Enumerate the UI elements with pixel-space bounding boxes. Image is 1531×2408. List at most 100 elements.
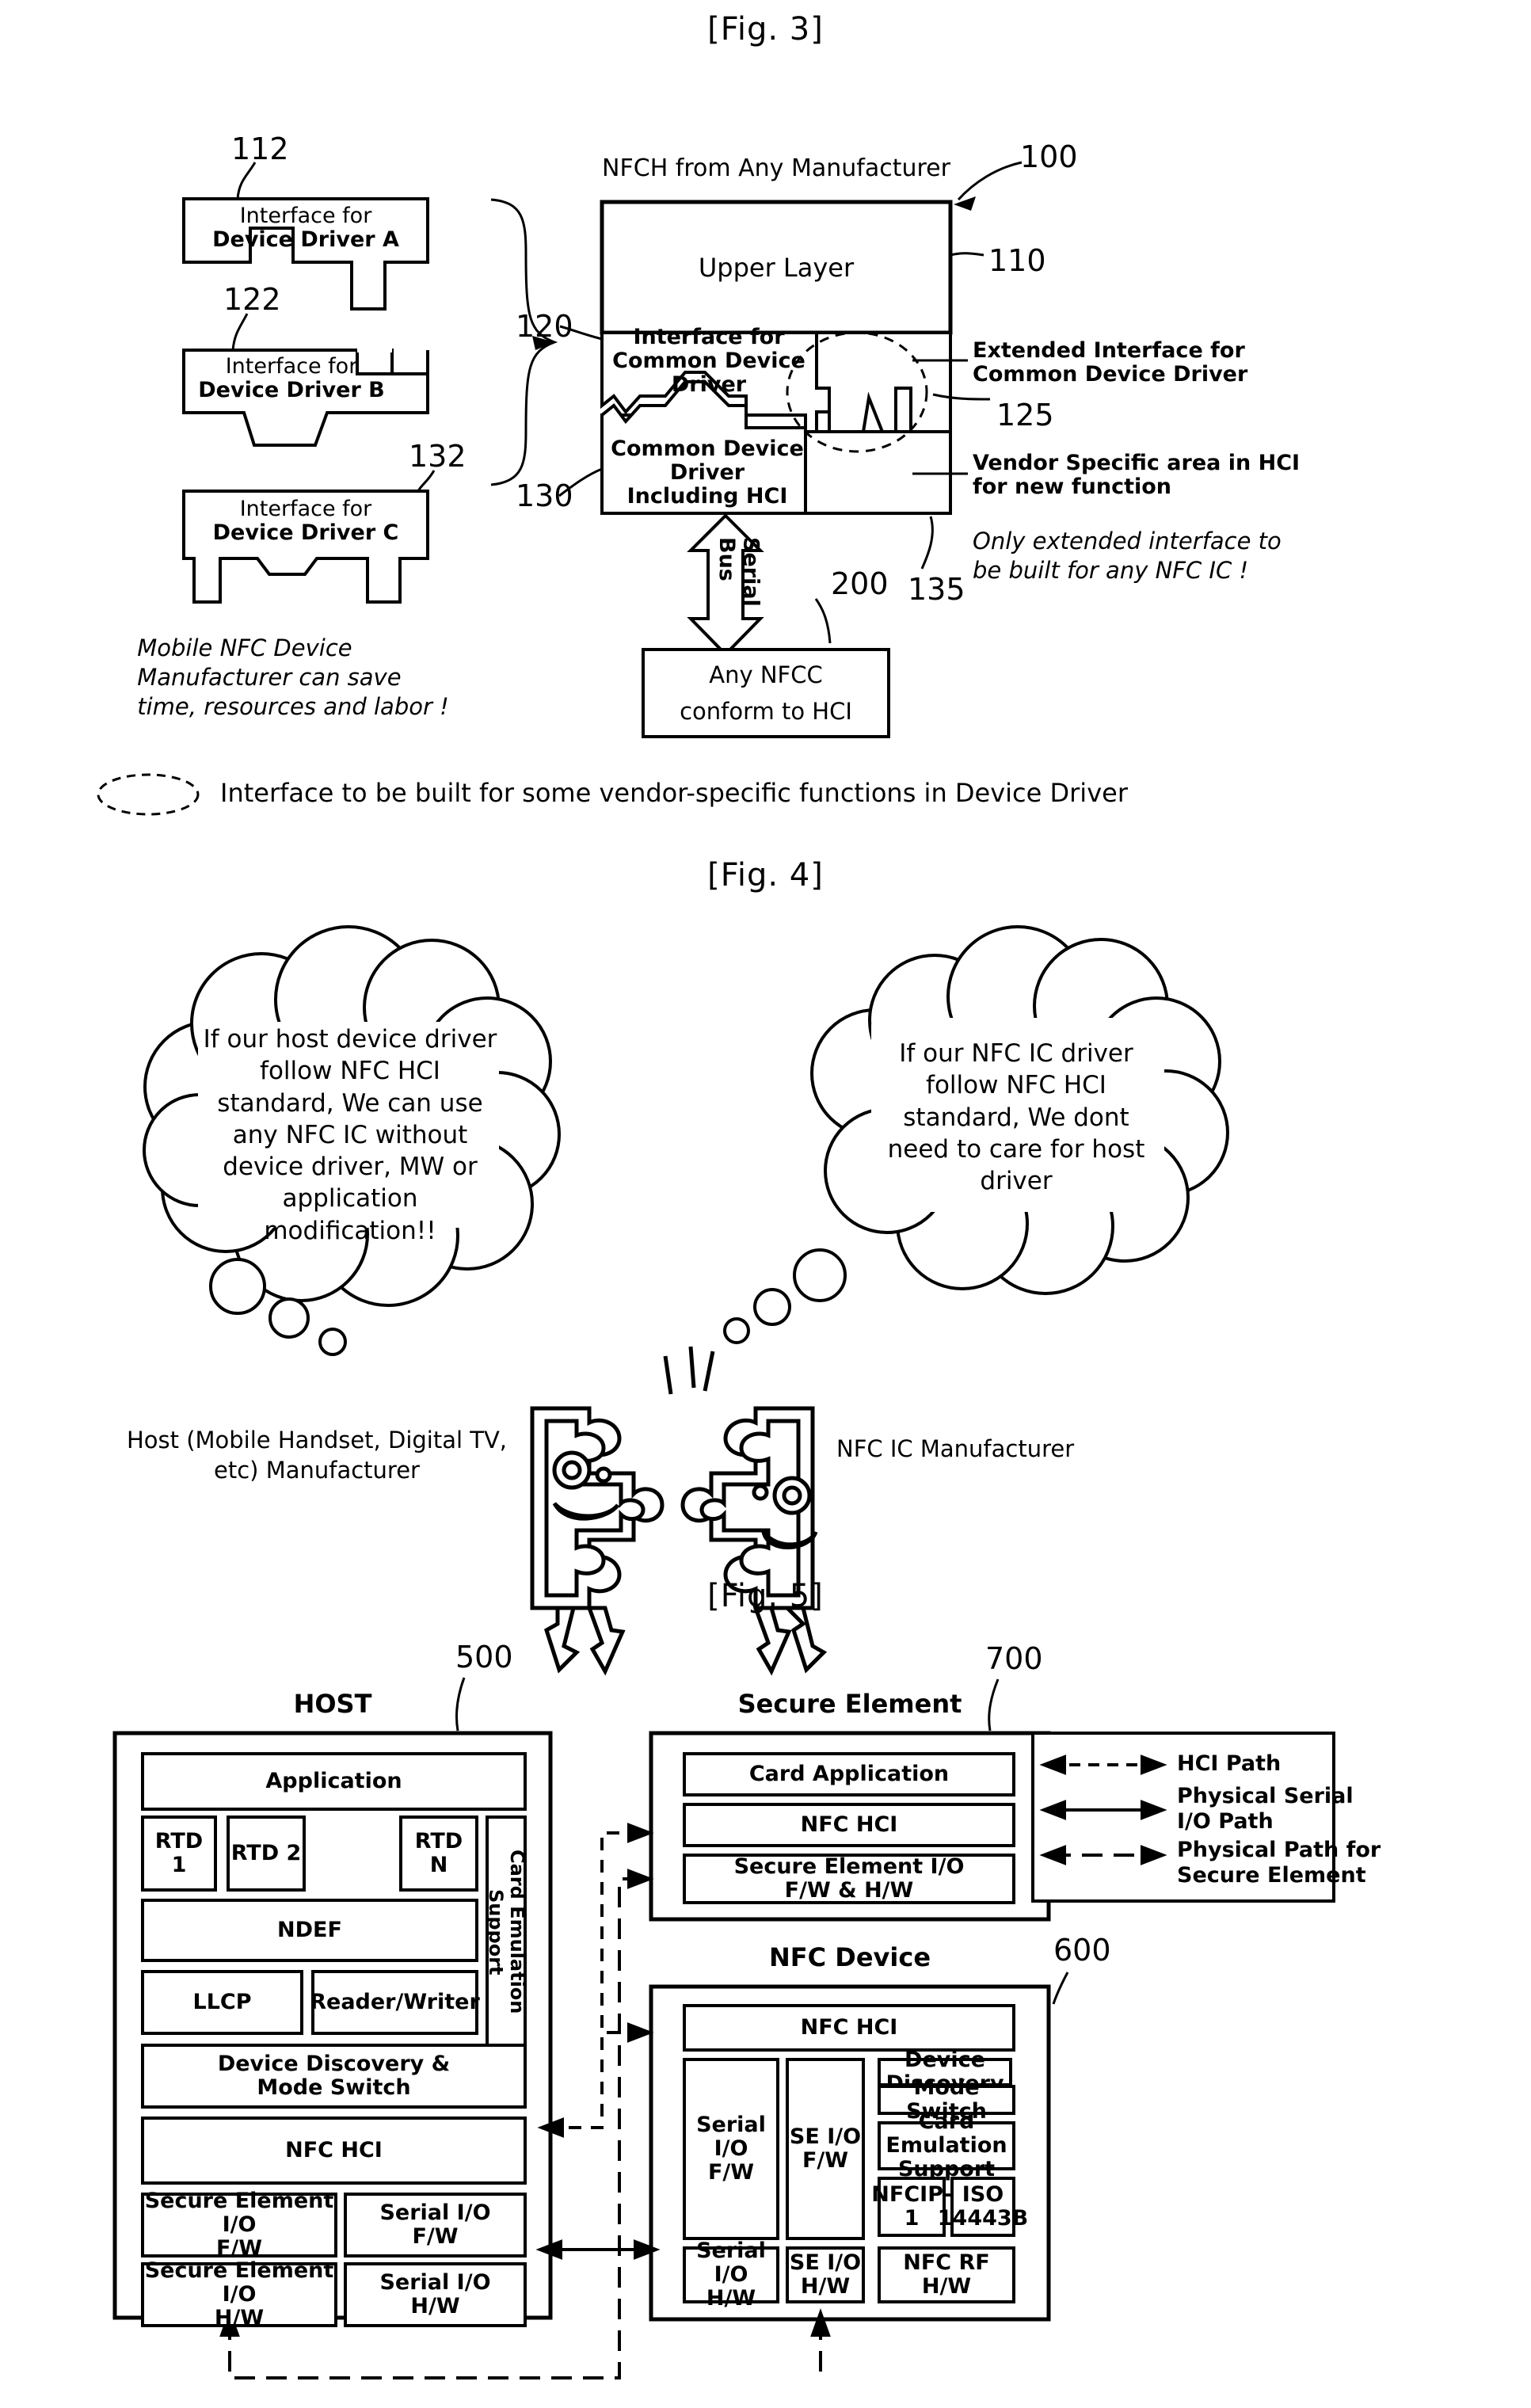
host-manufacturer-label: Host (Mobile Handset, Digital TV, etc) M… bbox=[111, 1426, 523, 1485]
lpse-l2: Secure Element bbox=[1177, 1862, 1366, 1888]
host-card-emulation-support: Card Emulation Support bbox=[485, 1816, 528, 2048]
host-rtd-n: RTD N bbox=[399, 1816, 478, 1892]
mobile-save-note: Mobile NFC Device Manufacturer can save … bbox=[127, 634, 459, 722]
se-io-fw-hw: Secure Element I/O F/W & H/W bbox=[683, 1854, 1015, 1904]
ref-122: 122 bbox=[223, 282, 281, 317]
nfcdev-nfcip1: NFCIP-1 bbox=[871, 2177, 952, 2237]
host-serial-io-fw: Serial I/O F/W bbox=[344, 2193, 527, 2258]
hserfw-l1: Serial I/O bbox=[379, 2200, 491, 2225]
fig5-title: [Fig. 5] bbox=[707, 1578, 824, 1614]
ndsehw-l1: SE I/O bbox=[789, 2250, 862, 2275]
host-device-discovery-mode-switch: Device Discovery & Mode Switch bbox=[141, 2044, 527, 2109]
nfch-header-label: NFCH from Any Manufacturer bbox=[602, 154, 950, 182]
fig4-title: [Fig. 4] bbox=[707, 857, 824, 893]
host-se-io-hw: Secure Element I/O H/W bbox=[141, 2258, 337, 2331]
legend-hci-path-label: HCI Path bbox=[1177, 1751, 1282, 1776]
hsehw-l2: H/W bbox=[214, 2306, 265, 2331]
host-rtd-1: RTD 1 bbox=[141, 1816, 217, 1892]
ext-l2: Common Device Driver bbox=[973, 362, 1248, 387]
hsefw-l2: F/W bbox=[215, 2236, 263, 2261]
host-se-io-fw: Secure Element I/O F/W bbox=[141, 2189, 337, 2261]
ndserfw-l1: Serial I/O bbox=[696, 2112, 766, 2161]
hdd-l2: Mode Switch bbox=[257, 2075, 411, 2100]
ndserhw-l1: Serial I/O bbox=[696, 2238, 766, 2287]
host-application: Application bbox=[141, 1752, 527, 1811]
ref-112: 112 bbox=[231, 131, 289, 166]
se-nfc-hci: NFC HCI bbox=[683, 1803, 1015, 1847]
interface-common-device-driver: Interface for Common Device Driver bbox=[610, 325, 808, 397]
seio-l2: F/W & H/W bbox=[784, 1878, 914, 1903]
hml-l2: etc) Manufacturer bbox=[214, 1456, 420, 1484]
host-ndef: NDEF bbox=[141, 1899, 478, 1962]
ndsefw-l1: SE I/O bbox=[789, 2124, 862, 2149]
se-card-application: Card Application bbox=[683, 1752, 1015, 1796]
vs-l1: Vendor Specific area in HCI bbox=[973, 451, 1301, 475]
serial-bus-label: Serial Bus bbox=[714, 537, 764, 607]
oe-l2: be built for any NFC IC ! bbox=[973, 557, 1249, 585]
ndrf-l1: NFC RF bbox=[903, 2250, 990, 2275]
thought-bubble-right-text: If our NFC IC driver follow NFC HCI stan… bbox=[887, 1039, 1145, 1196]
ndsehw-l2: H/W bbox=[800, 2274, 851, 2299]
ndrf-l2: H/W bbox=[921, 2274, 972, 2299]
ref-110: 110 bbox=[988, 243, 1046, 278]
lps-l2: I/O Path bbox=[1177, 1808, 1274, 1834]
if-c-line1: Interface for bbox=[239, 496, 372, 521]
nfcdev-se-io-hw: SE I/O H/W bbox=[786, 2246, 865, 2303]
nfcc-block-label: Any NFCC conform to HCI bbox=[643, 650, 889, 737]
ref-130: 130 bbox=[516, 478, 573, 513]
ref-132: 132 bbox=[409, 439, 467, 474]
ref-500: 500 bbox=[455, 1640, 513, 1675]
host-nfc-hci: NFC HCI bbox=[141, 2117, 527, 2185]
ref-200: 200 bbox=[831, 566, 889, 601]
secure-element-title: Secure Element bbox=[737, 1689, 962, 1719]
nfcdev-iso-14443b: ISO 14443B bbox=[938, 2177, 1028, 2237]
vendor-specific-note: Vendor Specific area in HCI for new func… bbox=[973, 451, 1301, 500]
icdd-l2: Common Device Driver bbox=[612, 348, 805, 398]
fig3-title: [Fig. 3] bbox=[707, 11, 824, 48]
interface-device-driver-a: Interface for Device Driver A bbox=[190, 204, 421, 252]
lpse-l1: Physical Path for bbox=[1177, 1838, 1381, 1862]
host-rtd-2: RTD 2 bbox=[227, 1816, 306, 1892]
if-a-line1: Interface for bbox=[239, 203, 372, 228]
upper-layer-label: Upper Layer bbox=[698, 252, 855, 283]
hdd-l1: Device Discovery & bbox=[217, 2051, 451, 2076]
ndiso-l2: 14443B bbox=[937, 2206, 1029, 2231]
mobile-save-l3: time, resources and labor ! bbox=[137, 693, 449, 721]
icdd-l1: Interface for bbox=[633, 324, 785, 349]
nfcdev-serial-io-hw: Serial I/O H/W bbox=[683, 2238, 779, 2311]
nfcdev-serial-io-fw: Serial I/O F/W bbox=[683, 2058, 779, 2240]
vs-l2: for new function bbox=[973, 474, 1172, 500]
extended-interface-note: Extended Interface for Common Device Dri… bbox=[973, 338, 1248, 387]
hserhw-l1: Serial I/O bbox=[379, 2269, 491, 2295]
seio-l1: Secure Element I/O bbox=[733, 1854, 965, 1879]
if-c-line2: Device Driver C bbox=[212, 520, 399, 545]
nfc-ic-manufacturer-label: NFC IC Manufacturer bbox=[836, 1435, 1075, 1462]
host-reader-writer: Reader/Writer bbox=[310, 1970, 480, 2035]
hserhw-l2: H/W bbox=[410, 2294, 460, 2318]
hsefw-l1: Secure Element I/O bbox=[144, 2188, 334, 2237]
host-serial-io-hw: Serial I/O H/W bbox=[344, 2262, 527, 2327]
hserfw-l2: F/W bbox=[412, 2224, 459, 2249]
nfcdev-se-io-fw: SE I/O F/W bbox=[786, 2058, 865, 2240]
ref-135: 135 bbox=[908, 572, 965, 607]
host-llcp: LLCP bbox=[141, 1970, 303, 2035]
host-title: HOST bbox=[293, 1689, 372, 1719]
cdd-l2: Including HCI bbox=[626, 484, 788, 509]
ext-l1: Extended Interface for bbox=[973, 338, 1245, 363]
legend-physical-serial-label: Physical Serial I/O Path bbox=[1177, 1784, 1354, 1835]
if-b-line1: Interface for bbox=[225, 353, 358, 379]
ndsefw-l2: F/W bbox=[802, 2148, 849, 2173]
fig3-legend-text: Interface to be built for some vendor-sp… bbox=[220, 778, 1128, 808]
ndiso-l1: ISO bbox=[962, 2181, 1004, 2207]
ndserhw-l2: H/W bbox=[706, 2286, 756, 2311]
ref-125: 125 bbox=[996, 398, 1054, 432]
hml-l1: Host (Mobile Handset, Digital TV, bbox=[126, 1427, 508, 1454]
nfcc-l1: Any NFCC bbox=[709, 661, 823, 688]
ref-120: 120 bbox=[516, 309, 573, 344]
cdd-l1: Common Device Driver bbox=[611, 436, 804, 485]
ref-100: 100 bbox=[1020, 139, 1078, 174]
nfc-device-title: NFC Device bbox=[768, 1942, 931, 1972]
nfcdev-nfc-rf-hw: NFC RF H/W bbox=[878, 2246, 1015, 2303]
ndce-l1: Card Emulation bbox=[885, 2109, 1007, 2158]
if-a-line2: Device Driver A bbox=[212, 227, 399, 252]
